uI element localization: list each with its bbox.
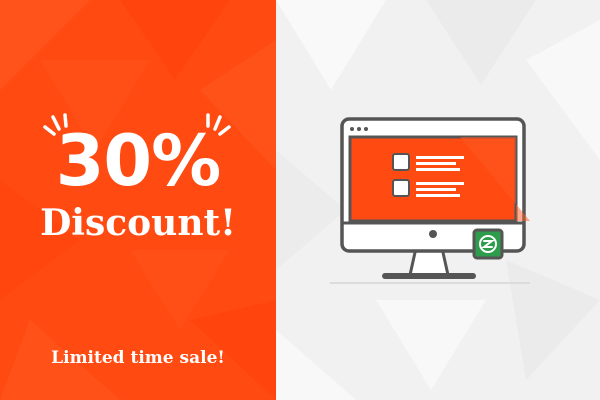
promo-panel: 30% Discount! Limited time sale! xyxy=(0,0,276,400)
discount-headline: Discount! xyxy=(40,202,236,244)
checkbox-2 xyxy=(392,179,410,197)
checkbox-1 xyxy=(392,153,410,171)
power-button xyxy=(429,230,437,238)
monitor-illustration-icon xyxy=(330,117,530,284)
discount-banner: 30% Discount! Limited time sale! xyxy=(0,0,600,400)
sale-footer: Limited time sale! xyxy=(51,348,225,368)
monitor-base xyxy=(382,273,476,279)
discount-percent: 30% xyxy=(55,120,222,202)
green-s-badge-icon xyxy=(472,228,504,260)
